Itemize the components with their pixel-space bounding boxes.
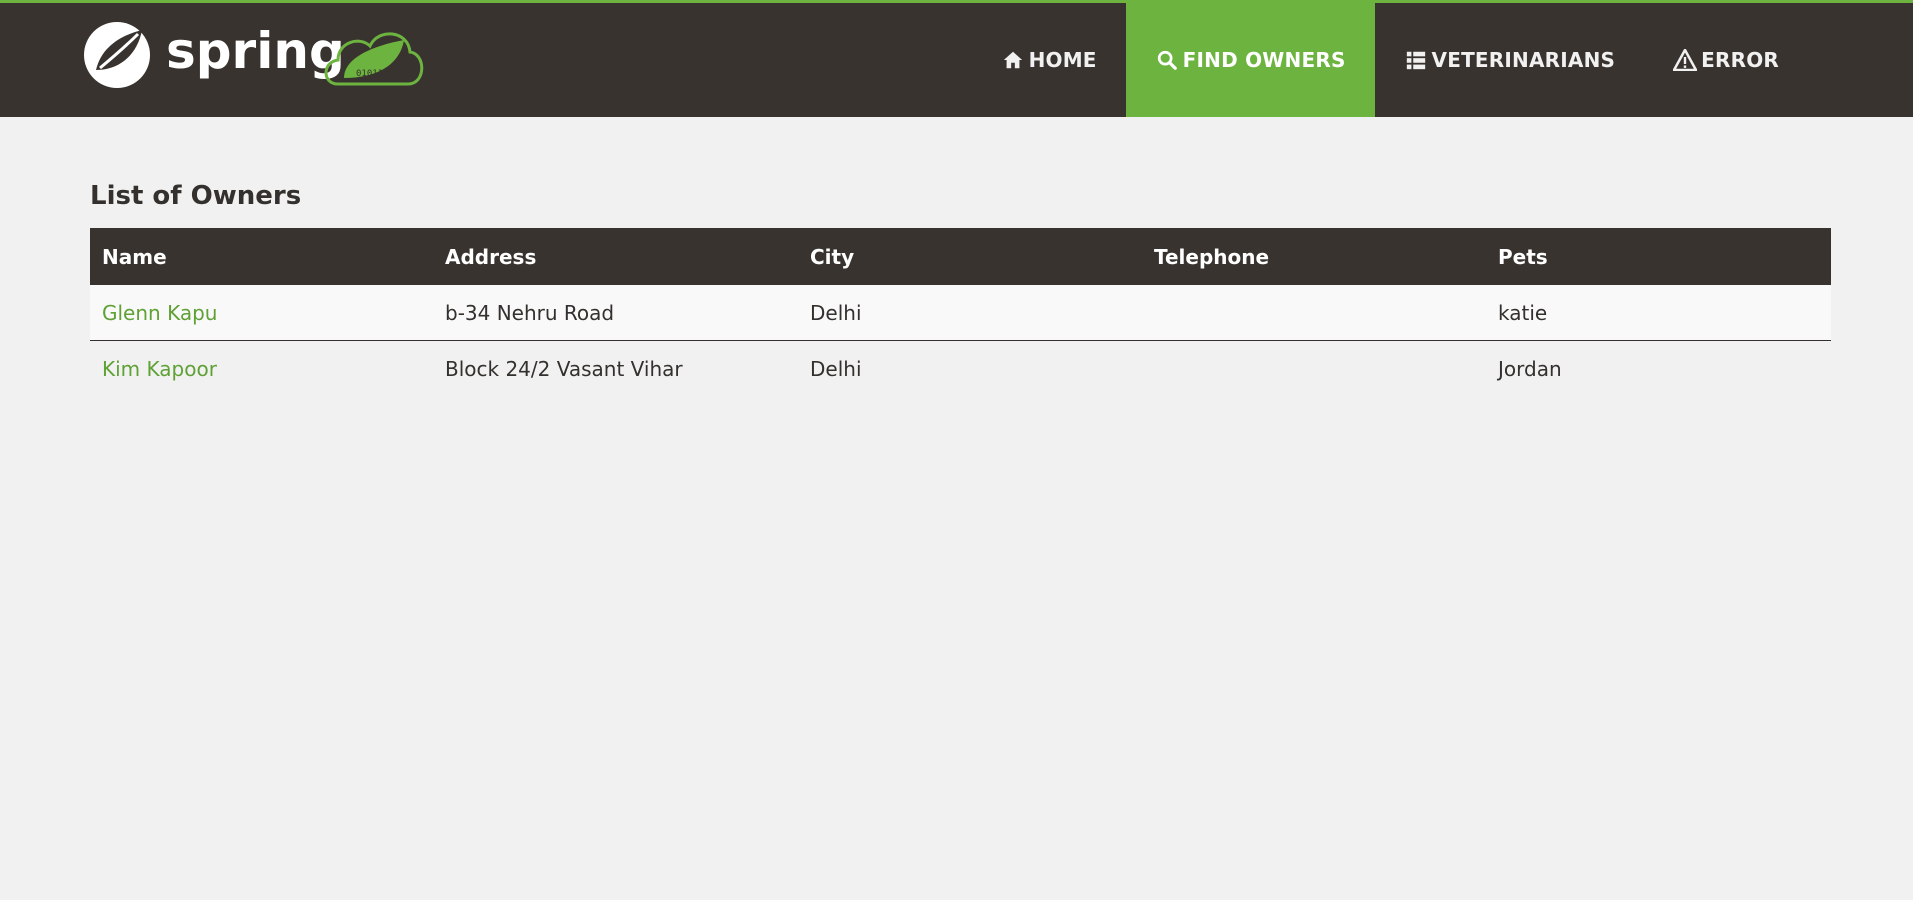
- navbar: spring 01011 HOME FIND OWNERS VETERINARI…: [0, 0, 1913, 117]
- column-header-pets[interactable]: Pets: [1486, 228, 1831, 285]
- owner-pets-cell: Jordan: [1498, 356, 1562, 381]
- home-icon: [1001, 48, 1025, 72]
- table-row: Glenn Kapu b-34 Nehru Road Delhi katie: [90, 285, 1831, 341]
- page-title: List of Owners: [90, 181, 302, 211]
- nav-error[interactable]: ERROR: [1644, 3, 1808, 117]
- owners-table-header: Name Address City Telephone Pets: [90, 228, 1831, 285]
- main-content: List of Owners Name Address City Telepho…: [90, 172, 1831, 396]
- svg-text:01011: 01011: [356, 69, 383, 79]
- owner-name-cell: Kim Kapoor: [90, 341, 433, 397]
- header-row: Name Address City Telephone Pets: [90, 228, 1831, 285]
- owners-table: Name Address City Telephone Pets Glenn K…: [90, 228, 1831, 396]
- spring-logo-graphic: spring 01011: [84, 22, 424, 88]
- owner-address-cell: b-34 Nehru Road: [445, 300, 615, 325]
- owner-pets-cell: katie: [1498, 300, 1548, 325]
- owner-telephone-cell: [1142, 341, 1486, 397]
- owner-city-cell: Delhi: [810, 300, 862, 325]
- nav-home-label: HOME: [1028, 48, 1097, 72]
- owners-table-body: Glenn Kapu b-34 Nehru Road Delhi katie K…: [90, 285, 1831, 396]
- list-icon: [1404, 48, 1428, 72]
- owner-name-cell: Glenn Kapu: [90, 285, 433, 341]
- nav-home[interactable]: HOME: [972, 3, 1126, 117]
- owner-link[interactable]: Kim Kapoor: [102, 357, 217, 381]
- nav-veterinarians-label: VETERINARIANS: [1431, 48, 1616, 72]
- owner-city-cell: Delhi: [810, 356, 862, 381]
- nav-find-owners[interactable]: FIND OWNERS: [1125, 3, 1375, 117]
- column-header-telephone[interactable]: Telephone: [1142, 228, 1486, 285]
- owner-address-cell: Block 24/2 Vasant Vihar: [445, 356, 683, 381]
- owner-telephone-cell: [1142, 285, 1486, 341]
- column-header-address[interactable]: Address: [433, 228, 798, 285]
- column-header-name[interactable]: Name: [90, 228, 433, 285]
- warning-icon: [1673, 48, 1698, 72]
- svg-text:spring: spring: [166, 22, 345, 80]
- spring-logo[interactable]: spring 01011: [82, 18, 426, 92]
- nav-find-owners-label: FIND OWNERS: [1182, 48, 1346, 72]
- owner-link[interactable]: Glenn Kapu: [102, 301, 217, 325]
- main-nav: HOME FIND OWNERS VETERINARIANS ERROR: [972, 3, 1913, 117]
- nav-veterinarians[interactable]: VETERINARIANS: [1375, 3, 1645, 117]
- search-icon: [1155, 48, 1179, 72]
- table-row: Kim Kapoor Block 24/2 Vasant Vihar Delhi…: [90, 341, 1831, 397]
- column-header-city[interactable]: City: [798, 228, 1142, 285]
- nav-error-label: ERROR: [1701, 48, 1779, 72]
